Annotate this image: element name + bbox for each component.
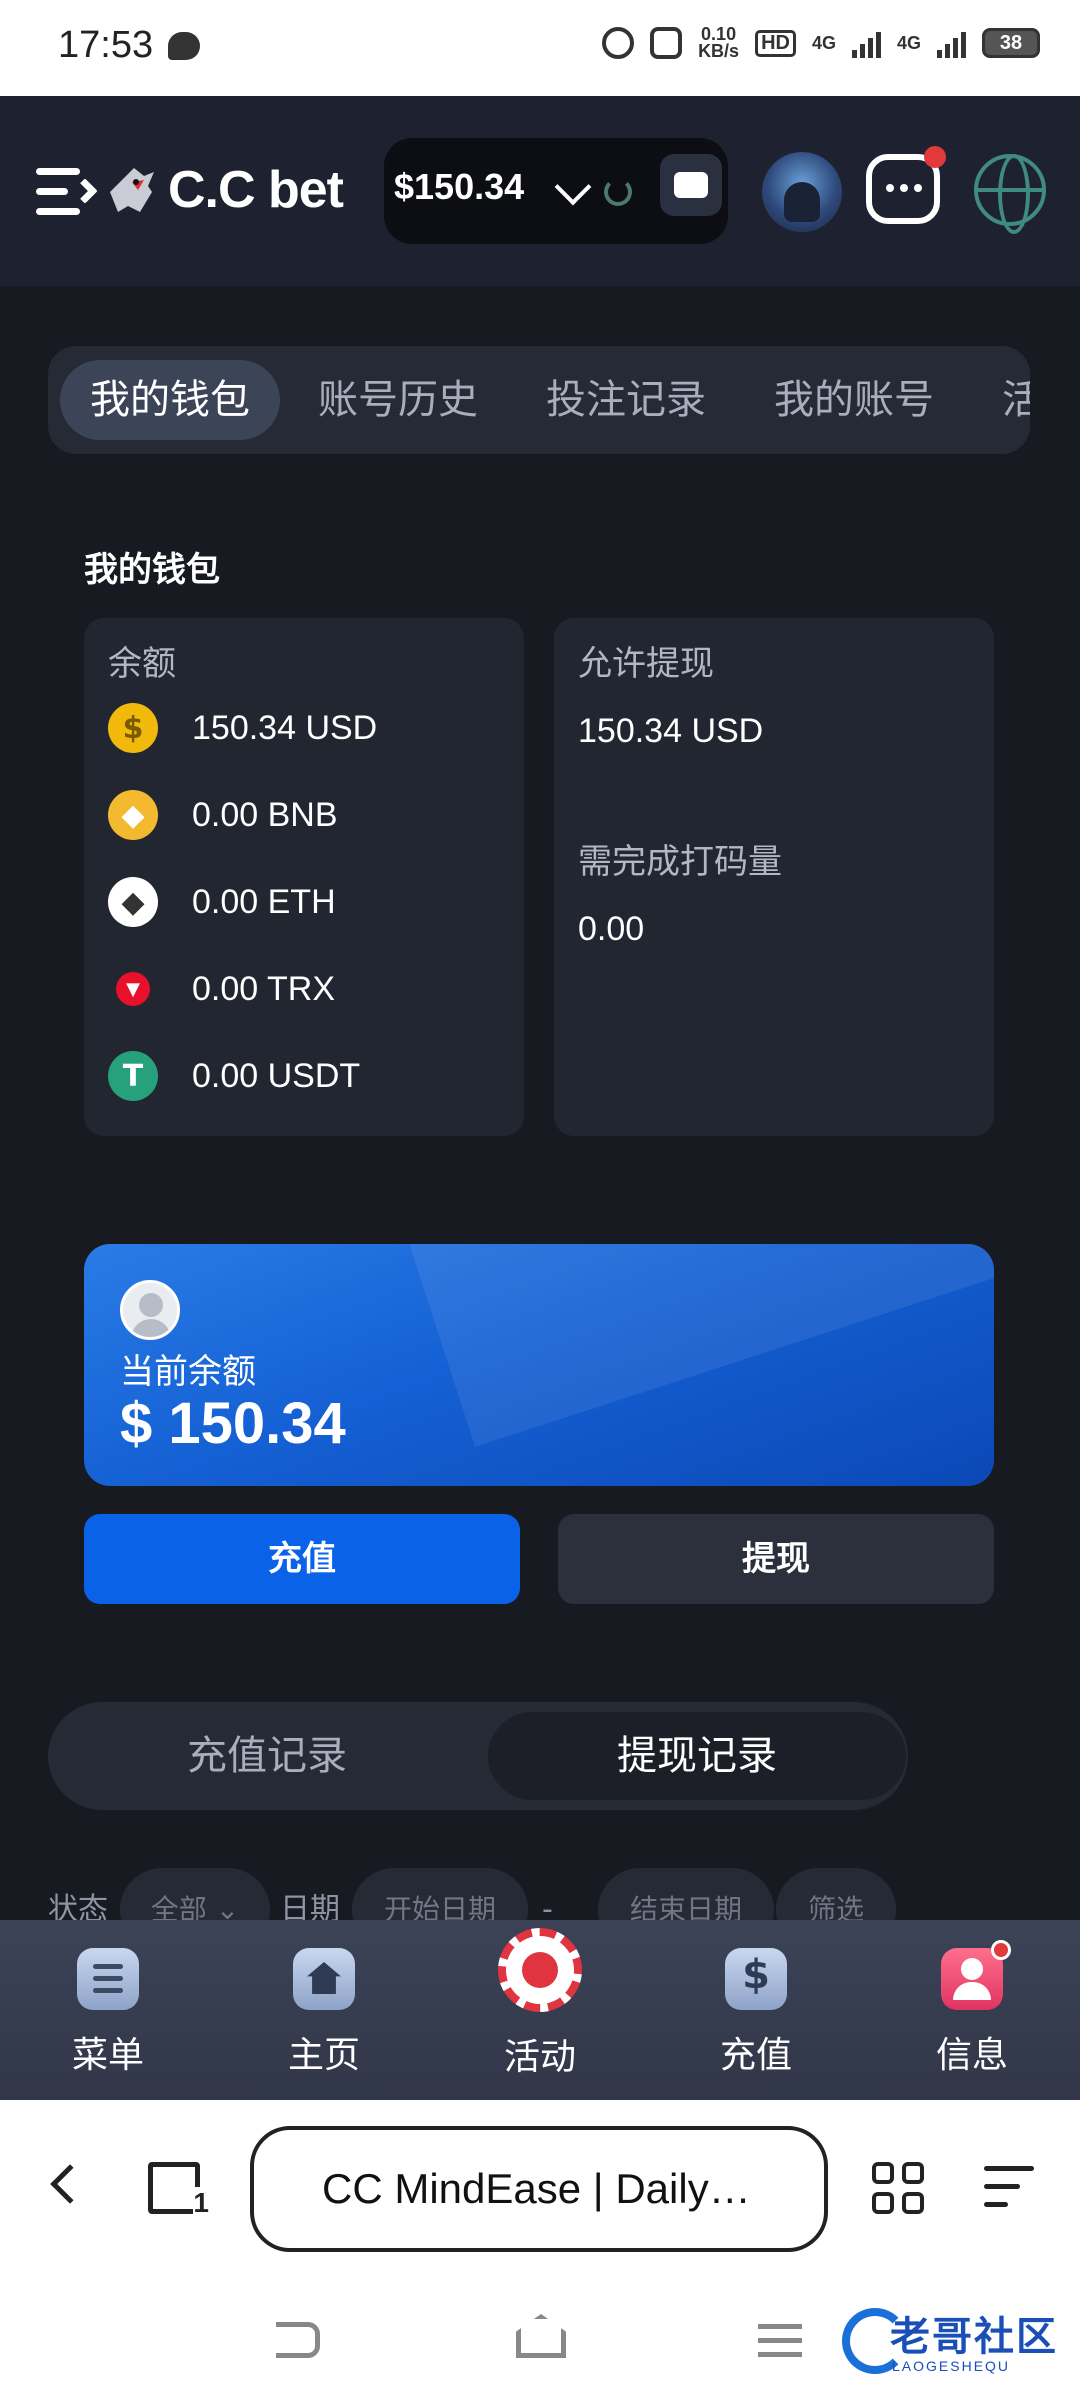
nav-messages-label: 信息 [935, 2035, 1008, 2076]
eth-coin-icon: ◆ [108, 877, 158, 927]
withdraw-button[interactable]: 提现 [558, 1514, 994, 1604]
browser-menu-icon[interactable] [984, 2166, 1034, 2210]
menu-list-icon [77, 1948, 139, 2010]
balance-label: 余额 [108, 644, 176, 684]
header-balance: $150.34 [394, 166, 525, 207]
system-home-icon[interactable] [516, 2314, 566, 2358]
tab-my-wallet[interactable]: 我的钱包 [60, 360, 280, 440]
wallet-icon [674, 172, 708, 198]
nav-menu-label: 菜单 [71, 2035, 144, 2076]
system-nav-bar: 老哥社区 LAOGESHEQU [0, 2278, 1080, 2404]
logo-text: C.C bet [168, 161, 344, 219]
wallet-button[interactable] [660, 154, 722, 216]
network-speed: 0.10 KB/s [698, 25, 740, 61]
nav-home-label: 主页 [287, 2035, 360, 2076]
nav-activity[interactable]: 活动 [470, 1928, 610, 2080]
tab-count: 1 [193, 2187, 209, 2219]
watermark-text: 老哥社区 [890, 2314, 1058, 2360]
battery-icon: 38 [982, 28, 1040, 58]
tab-account-history[interactable]: 账号历史 [318, 360, 478, 440]
current-balance-label: 当前余额 [120, 1352, 256, 1392]
address-bar[interactable]: CC MindEase | Daily Drop [250, 2126, 828, 2252]
coin-amount: 0.00 USDT [192, 1056, 361, 1095]
status-icons: 0.10 KB/s HD 4G 4G 38 [602, 25, 1040, 61]
nav-messages[interactable]: 信息 [902, 1940, 1042, 2078]
current-balance-amount: $ 150.34 [120, 1391, 346, 1456]
browser-toolbar: 1 CC MindEase | Daily Drop [0, 2100, 1080, 2278]
refresh-icon[interactable] [604, 178, 632, 206]
account-tabs: 我的钱包 账号历史 投注记录 我的账号 活 [48, 346, 1030, 454]
coin-amount: 0.00 ETH [192, 882, 336, 921]
balance-card: 余额 $150.34 USD ◆ 0.00 BNB ◆ 0.00 ETH ▼ 0.00 TR… [84, 618, 524, 1136]
system-recents-icon[interactable] [758, 2324, 802, 2358]
deposit-icon: $ [725, 1948, 787, 2010]
trx-coin-icon: ▼ [116, 972, 150, 1006]
withdraw-info-card: 允许提现 150.34 USD 需完成打码量 0.00 [554, 618, 994, 1136]
withdrawable-label: 允许提现 [578, 644, 714, 684]
clock: 17:53 [58, 24, 154, 66]
status-bar: 17:53 0.10 KB/s HD 4G 4G 38 [0, 0, 1080, 96]
home-icon [293, 1948, 355, 2010]
logo-bird-icon [110, 168, 154, 212]
deposit-button[interactable]: 充值 [84, 1514, 520, 1604]
coin-row: ▼ 0.00 TRX [108, 961, 335, 1017]
coin-amount: 0.00 BNB [192, 795, 338, 834]
coin-row: ◆ 0.00 ETH [108, 874, 336, 930]
avatar[interactable] [762, 152, 842, 232]
tab-withdraw-records[interactable]: 提现记录 [488, 1712, 906, 1800]
casino-chip-icon [498, 1928, 582, 2012]
bottom-nav: 菜单 主页 活动 $ 充值 信息 [0, 1920, 1080, 2100]
tab-activity[interactable]: 活 [1002, 360, 1030, 440]
signal-icon [851, 28, 881, 58]
user-message-icon [941, 1940, 1011, 2010]
hd-icon: HD [755, 29, 796, 57]
coin-amount: 0.00 TRX [192, 969, 336, 1008]
usd-coin-icon: $ [108, 703, 158, 753]
nav-deposit[interactable]: $ 充值 [686, 1948, 826, 2078]
back-arrow-icon[interactable] [50, 2164, 90, 2204]
section-title: 我的钱包 [84, 550, 220, 590]
tab-deposit-records[interactable]: 充值记录 [58, 1712, 476, 1800]
user-icon [120, 1280, 180, 1340]
notification-dot [924, 146, 946, 168]
apps-grid-icon[interactable] [872, 2162, 928, 2218]
nav-activity-label: 活动 [503, 2037, 576, 2078]
tab-my-account[interactable]: 我的账号 [774, 360, 934, 440]
signal-icon-2 [937, 28, 966, 58]
globe-icon[interactable] [974, 154, 1046, 234]
wager-value: 0.00 [578, 910, 645, 948]
tab-bet-records[interactable]: 投注记录 [546, 360, 706, 440]
nav-menu[interactable]: 菜单 [38, 1948, 178, 2078]
network-type-1: 4G [811, 32, 836, 53]
system-back-icon[interactable] [276, 2322, 320, 2358]
tabs-icon[interactable]: 1 [148, 2162, 209, 2219]
current-balance-banner: 当前余额 $ 150.34 [84, 1244, 994, 1486]
alarm-icon [602, 27, 635, 59]
withdrawable-value: 150.34 USD [578, 712, 764, 750]
chevron-down-icon[interactable] [554, 168, 592, 206]
usdt-coin-icon: T [108, 1051, 158, 1101]
chat-notification-icon [168, 32, 200, 60]
network-type-2: 4G [896, 32, 921, 53]
balance-selector[interactable]: $150.34 [384, 138, 728, 244]
menu-icon[interactable] [36, 168, 98, 216]
logo[interactable]: C.C bet [104, 160, 344, 220]
mute-icon [650, 27, 683, 59]
watermark-sub: LAOGESHEQU [892, 2358, 1011, 2374]
coin-amount: 150.34 USD [192, 708, 378, 747]
wager-label: 需完成打码量 [578, 842, 782, 882]
nav-deposit-label: 充值 [719, 2035, 792, 2076]
watermark-logo: 老哥社区 LAOGESHEQU [842, 2296, 1064, 2386]
record-tabs: 充值记录 提现记录 [48, 1702, 908, 1810]
coin-row: T 0.00 USDT [108, 1048, 360, 1104]
coin-row: $150.34 USD [108, 700, 377, 756]
bnb-coin-icon: ◆ [108, 790, 158, 840]
speed-unit: KB/s [698, 41, 740, 61]
message-icon[interactable] [866, 146, 946, 224]
coin-row: ◆ 0.00 BNB [108, 787, 338, 843]
nav-home[interactable]: 主页 [254, 1948, 394, 2078]
notification-dot [991, 1940, 1011, 1960]
